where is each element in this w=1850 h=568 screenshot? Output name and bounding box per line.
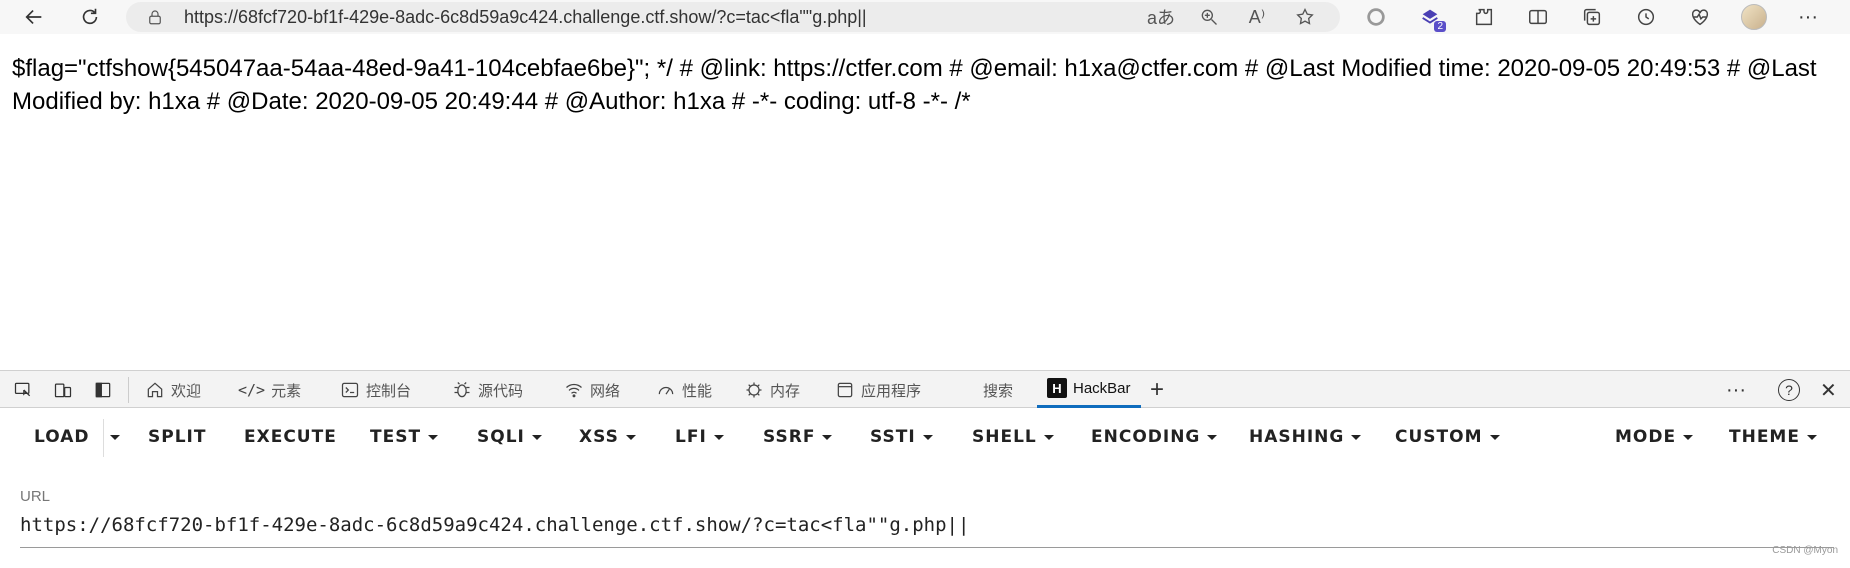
inspect-element-icon[interactable] (12, 380, 34, 400)
code-icon: </> (238, 381, 266, 399)
page-output-text: $flag="ctfshow{545047aa-54aa-48ed-9a41-1… (12, 55, 1817, 115)
hackbar-logo-icon: H (1047, 378, 1067, 398)
performance-heart-icon[interactable] (1676, 0, 1724, 34)
history-icon[interactable] (1622, 0, 1670, 34)
extension-stack-icon[interactable]: 2 (1406, 0, 1454, 34)
devtools-tab-bar: 欢迎 </> 元素 控制台 源代码 网络 性能 内存 应用程序 搜索 H Hac… (0, 370, 1850, 408)
wifi-icon (566, 383, 582, 398)
encoding-menu[interactable]: ENCODING (1091, 427, 1218, 447)
back-button[interactable] (12, 0, 56, 34)
collections-icon[interactable] (1568, 0, 1616, 34)
lock-icon (149, 10, 161, 25)
tab-label: 控制台 (366, 382, 412, 400)
address-url[interactable]: https://68fcf720-bf1f-429e-8adc-6c8d59a9… (184, 7, 867, 28)
home-icon (147, 382, 163, 398)
hackbar-menu: LOAD SPLIT EXECUTE TEST SQLI XSS LFI SSR… (0, 409, 1850, 469)
mode-menu[interactable]: MODE (1615, 427, 1694, 447)
sqli-menu[interactable]: SQLI (477, 427, 542, 447)
profile-avatar[interactable] (1730, 0, 1778, 34)
tab-label: 欢迎 (171, 382, 202, 400)
favorite-star-icon[interactable] (1288, 5, 1322, 29)
refresh-icon (82, 8, 98, 25)
tab-search[interactable]: 搜索 (983, 371, 1013, 409)
shell-menu[interactable]: SHELL (972, 427, 1054, 447)
extension-badge: 2 (1434, 21, 1446, 32)
bug-icon (454, 382, 470, 398)
xss-menu[interactable]: XSS (579, 427, 636, 447)
ssrf-menu[interactable]: SSRF (763, 427, 833, 447)
tab-application[interactable]: 应用程序 (835, 371, 921, 409)
arrow-left-icon (25, 9, 42, 25)
address-bar[interactable]: https://68fcf720-bf1f-429e-8adc-6c8d59a9… (126, 2, 1340, 32)
browser-window: https://68fcf720-bf1f-429e-8adc-6c8d59a9… (0, 0, 1850, 568)
tab-label: HackBar (1073, 379, 1131, 397)
tab-console[interactable]: 控制台 (340, 371, 411, 409)
zoom-icon[interactable] (1192, 5, 1226, 29)
tab-hackbar[interactable]: H HackBar (1037, 371, 1141, 408)
tab-elements[interactable]: </> 元素 (238, 371, 301, 409)
translate-icon[interactable]: aあ (1144, 5, 1178, 29)
tab-label: 内存 (770, 382, 801, 400)
tab-sources[interactable]: 源代码 (452, 371, 523, 409)
help-button[interactable]: ? (1778, 371, 1800, 409)
lfi-menu[interactable]: LFI (675, 427, 724, 447)
extension-circle-icon[interactable] (1352, 0, 1400, 34)
browser-toolbar: https://68fcf720-bf1f-429e-8adc-6c8d59a9… (0, 0, 1850, 34)
refresh-button[interactable] (68, 0, 112, 34)
execute-button[interactable]: EXECUTE (244, 427, 337, 447)
console-icon (341, 382, 359, 398)
more-tools-button[interactable]: ··· (1726, 371, 1746, 409)
theme-menu[interactable]: THEME (1729, 427, 1817, 447)
tab-memory[interactable]: 内存 (744, 371, 800, 409)
tab-welcome[interactable]: 欢迎 (145, 371, 201, 409)
tab-label: 元素 (271, 382, 302, 400)
hashing-menu[interactable]: HASHING (1249, 427, 1362, 447)
custom-menu[interactable]: CUSTOM (1395, 427, 1500, 447)
tab-label: 搜索 (983, 382, 1014, 400)
test-menu[interactable]: TEST (370, 427, 439, 447)
application-icon (837, 382, 853, 398)
tab-label: 应用程序 (861, 382, 922, 400)
gauge-icon (658, 386, 674, 395)
watermark: CSDN @Myon⁠ (1772, 545, 1838, 556)
memory-chip-icon (746, 382, 762, 398)
load-dropdown[interactable] (110, 427, 120, 447)
tab-label: 网络 (590, 382, 621, 400)
dock-side-icon[interactable] (92, 380, 114, 400)
read-aloud-icon[interactable]: A⁾ (1240, 5, 1274, 29)
tab-label: 性能 (682, 382, 713, 400)
url-label: URL (20, 488, 51, 505)
tab-label: 源代码 (478, 382, 524, 400)
tab-performance[interactable]: 性能 (656, 371, 712, 409)
close-devtools-button[interactable]: ✕ (1820, 371, 1837, 409)
device-emulation-icon[interactable] (52, 380, 74, 400)
split-button[interactable]: SPLIT (148, 427, 206, 447)
tab-network[interactable]: 网络 (564, 371, 620, 409)
ssti-menu[interactable]: SSTI (870, 427, 933, 447)
help-icon: ? (1778, 379, 1800, 401)
add-tab-button[interactable]: + (1150, 371, 1164, 409)
extensions-puzzle-icon[interactable] (1460, 0, 1508, 34)
url-input[interactable]: https://68fcf720-bf1f-429e-8adc-6c8d59a9… (20, 514, 1834, 548)
load-button[interactable]: LOAD (34, 427, 90, 447)
split-screen-icon[interactable] (1514, 0, 1562, 34)
settings-more-icon[interactable]: ··· (1784, 0, 1832, 34)
